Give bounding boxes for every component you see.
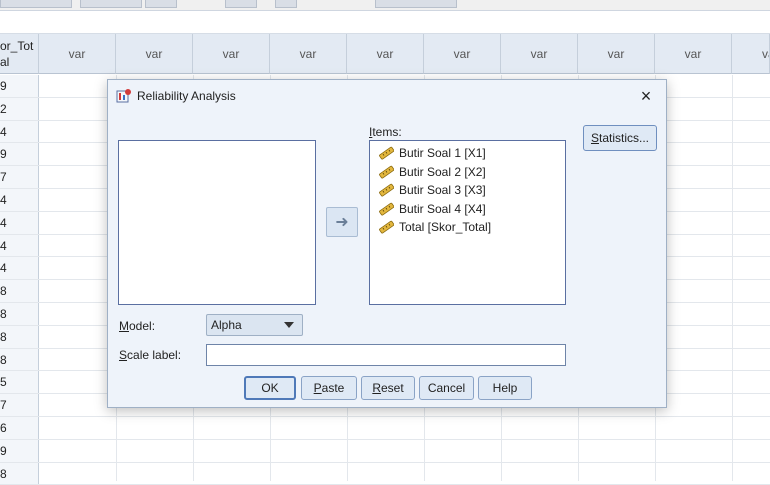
skor-total-cell[interactable]: 4 — [0, 120, 39, 143]
skor-total-cell[interactable]: 7 — [0, 394, 39, 416]
ruler-icon — [379, 165, 394, 178]
toolbar-button[interactable] — [145, 0, 177, 8]
item-label: Butir Soal 4 [X4] — [399, 201, 486, 216]
move-to-items-button[interactable]: ➜ — [326, 207, 358, 237]
column-header-var[interactable]: var — [270, 34, 347, 74]
list-item[interactable]: Butir Soal 1 [X1] — [378, 144, 486, 162]
statistics-button[interactable]: Statistics... — [583, 125, 657, 151]
ruler-icon — [379, 220, 394, 234]
items-label: Items: — [369, 125, 402, 139]
column-header-var[interactable]: var — [39, 34, 116, 74]
column-header-var[interactable]: var — [578, 34, 655, 74]
source-variable-list[interactable] — [118, 140, 316, 305]
column-header-var-text: var — [762, 46, 769, 61]
toolbar-button[interactable] — [0, 0, 72, 8]
column-header-var[interactable]: var — [501, 34, 578, 74]
skor-total-cell[interactable]: 9 — [0, 439, 39, 462]
help-button[interactable]: Help — [478, 376, 532, 400]
column-header-line: or_Tot — [0, 38, 34, 53]
item-label: Butir Soal 3 [X3] — [399, 183, 486, 197]
scale-label-input[interactable] — [206, 344, 566, 366]
cancel-button[interactable]: Cancel — [419, 376, 474, 400]
skor-total-cell[interactable]: 4 — [0, 234, 39, 257]
toolbar-button[interactable] — [375, 0, 457, 8]
close-icon[interactable]: × — [635, 85, 657, 107]
skor-total-cell[interactable]: 4 — [0, 211, 39, 234]
toolbar-button[interactable] — [225, 0, 257, 8]
item-label: Total [Skor_Total] — [399, 220, 492, 234]
skor-total-cell[interactable]: 8 — [0, 303, 39, 325]
model-label: Model: — [119, 319, 156, 333]
table-row[interactable]: 9 — [0, 439, 770, 463]
skor-total-cell[interactable]: 8 — [0, 462, 39, 485]
column-header-var[interactable]: var — [655, 34, 732, 74]
reliability-analysis-dialog: Reliability Analysis × ➜ Items: Butir So… — [107, 79, 667, 408]
reset-button[interactable]: Reset — [361, 376, 415, 400]
ruler-icon — [379, 146, 394, 160]
ok-button[interactable]: OK — [244, 376, 296, 400]
reliability-analysis-icon — [116, 89, 131, 103]
cell-editor-bar[interactable] — [0, 11, 770, 34]
skor-total-cell[interactable]: 2 — [0, 97, 39, 120]
list-item[interactable]: Total [Skor_Total] — [378, 218, 491, 236]
dialog-title: Reliability Analysis — [137, 89, 236, 103]
items-list[interactable]: Butir Soal 1 [X1] Butir Soal 2 [X2] Butir … — [369, 140, 566, 305]
toolbar-button[interactable] — [80, 0, 142, 8]
column-header-var[interactable]: var — [347, 34, 424, 74]
chevron-down-icon — [284, 322, 294, 328]
skor-total-cell[interactable]: 4 — [0, 189, 39, 211]
arrow-right-icon: ➜ — [335, 214, 349, 231]
skor-total-cell[interactable]: 8 — [0, 348, 39, 371]
ruler-icon — [379, 202, 394, 215]
dialog-title-bar[interactable]: Reliability Analysis × — [108, 80, 666, 112]
column-header-var[interactable]: var — [193, 34, 270, 74]
item-label: Butir Soal 2 [X2] — [399, 164, 486, 179]
list-item[interactable]: Butir Soal 2 [X2] — [378, 163, 486, 181]
list-item[interactable]: Butir Soal 4 [X4] — [378, 200, 486, 218]
skor-total-cell[interactable]: 8 — [0, 280, 39, 302]
skor-total-cell[interactable]: 9 — [0, 143, 39, 166]
table-row[interactable]: 6 — [0, 417, 770, 440]
scale-label-label: Scale label: — [119, 348, 182, 362]
column-header-var-partial[interactable]: var — [732, 34, 770, 74]
model-select-value: Alpha — [211, 318, 242, 332]
toolbar-strip — [0, 0, 770, 11]
ruler-icon — [379, 183, 394, 197]
toolbar-button[interactable] — [275, 0, 297, 8]
paste-button[interactable]: Paste — [301, 376, 357, 400]
column-header-var[interactable]: var — [116, 34, 193, 74]
table-row[interactable]: 8 — [0, 462, 770, 485]
skor-total-cell[interactable]: 6 — [0, 417, 39, 439]
skor-total-cell[interactable]: 8 — [0, 325, 39, 348]
skor-total-cell[interactable]: 7 — [0, 166, 39, 188]
grid-header: or_Tot al var var var var var var var var… — [0, 34, 770, 75]
skor-total-cell[interactable]: 4 — [0, 257, 39, 280]
skor-total-cell[interactable]: 9 — [0, 75, 39, 97]
column-header-skor-total[interactable]: or_Tot al — [0, 34, 39, 74]
column-header-var[interactable]: var — [424, 34, 501, 74]
model-select[interactable]: Alpha — [206, 314, 303, 336]
list-item[interactable]: Butir Soal 3 [X3] — [378, 181, 486, 199]
skor-total-cell[interactable]: 5 — [0, 371, 39, 394]
column-header-line: al — [0, 54, 10, 69]
item-label: Butir Soal 1 [X1] — [399, 146, 486, 160]
